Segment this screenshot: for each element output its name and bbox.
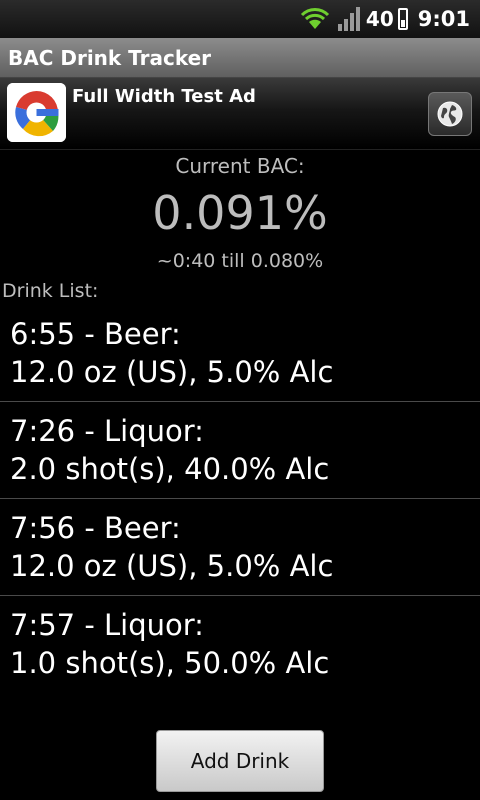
drink-list-item[interactable]: 7:26 - Liquor: 2.0 shot(s), 40.0% Alc: [0, 402, 480, 499]
wifi-icon: [300, 8, 330, 29]
drink-list-label: Drink List:: [2, 280, 99, 302]
add-drink-button[interactable]: Add Drink: [156, 730, 324, 792]
signal-icon: [337, 7, 360, 31]
drink-list-item[interactable]: 7:56 - Beer: 12.0 oz (US), 5.0% Alc: [0, 499, 480, 596]
current-bac-label: Current BAC:: [175, 154, 305, 178]
drink-time-type: 7:56 - Beer:: [10, 511, 181, 545]
current-bac-value: 0.091%: [152, 186, 328, 240]
drink-list: 6:55 - Beer: 12.0 oz (US), 5.0% Alc 7:26…: [0, 305, 480, 693]
title-bar: BAC Drink Tracker: [0, 38, 480, 78]
drink-details: 1.0 shot(s), 50.0% Alc: [10, 646, 330, 680]
drink-details: 2.0 shot(s), 40.0% Alc: [10, 452, 330, 486]
google-logo-icon: [7, 83, 66, 142]
drink-details: 12.0 oz (US), 5.0% Alc: [10, 549, 334, 583]
drink-list-item[interactable]: 6:55 - Beer: 12.0 oz (US), 5.0% Alc: [0, 305, 480, 402]
ad-text: Full Width Test Ad: [72, 86, 256, 107]
globe-icon[interactable]: [428, 92, 472, 136]
battery-level: 40: [365, 7, 394, 31]
drink-time-type: 7:57 - Liquor:: [10, 608, 204, 642]
drink-time-type: 6:55 - Beer:: [10, 317, 181, 351]
battery-icon: [397, 8, 408, 30]
drink-list-item[interactable]: 7:57 - Liquor: 1.0 shot(s), 50.0% Alc: [0, 596, 480, 693]
app-title: BAC Drink Tracker: [8, 45, 212, 70]
bac-projection: ~0:40 till 0.080%: [156, 250, 324, 272]
drink-details: 12.0 oz (US), 5.0% Alc: [10, 355, 334, 389]
status-bar: 40 9:01: [0, 0, 480, 38]
ad-banner[interactable]: Full Width Test Ad: [0, 78, 480, 150]
status-clock: 9:01: [417, 7, 470, 31]
drink-time-type: 7:26 - Liquor:: [10, 414, 204, 448]
